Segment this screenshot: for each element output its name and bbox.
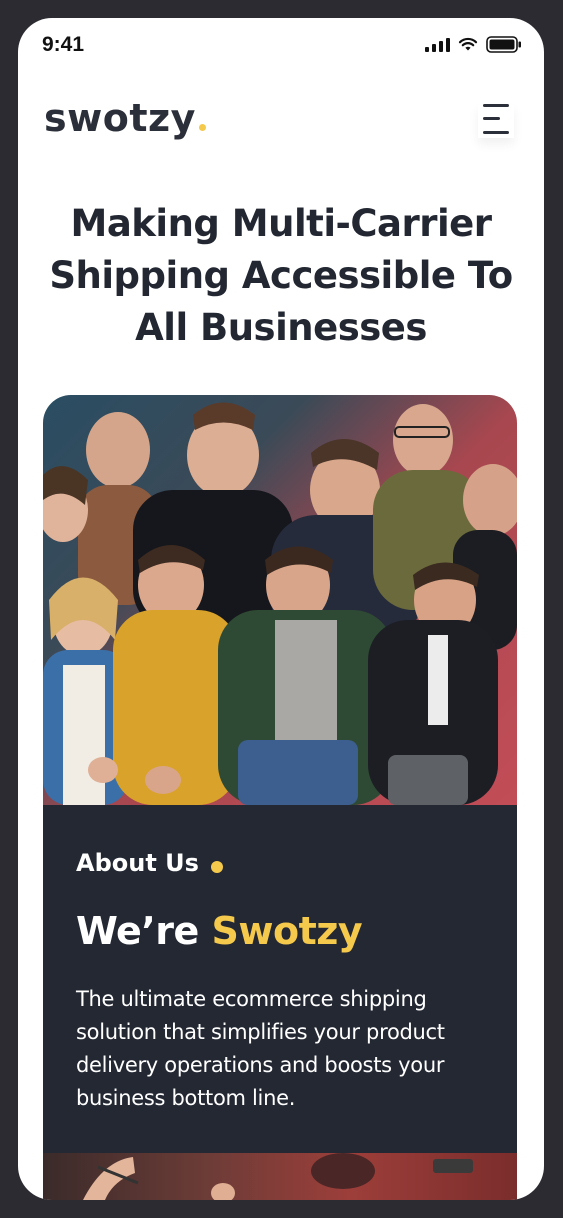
status-time: 9:41 (42, 33, 85, 56)
logo-text: swotzy (44, 96, 196, 140)
phone-screen: 9:41 swotzy Making Multi-Carrier Shippin… (18, 18, 544, 1200)
about-label: About Us (76, 849, 199, 877)
about-description: The ultimate ecommerce shipping solution… (76, 987, 445, 1110)
logo-dot (198, 124, 206, 131)
battery-icon (486, 36, 521, 53)
about-heading-prefix: We’re (76, 909, 212, 953)
signal-icon (425, 37, 450, 52)
swotzy-logo[interactable]: swotzy (44, 96, 206, 140)
team-photo (43, 395, 517, 805)
team-photo-illustration (43, 402, 517, 805)
about-heading-brand: Swotzy (211, 909, 363, 953)
hero-title: Making Multi-Carrier Shipping Accessible… (49, 202, 513, 349)
about-dot (211, 861, 223, 873)
wifi-icon (458, 37, 478, 51)
menu-button[interactable] (478, 104, 514, 138)
about-heading: We’re Swotzy (76, 909, 363, 953)
status-bar: 9:41 (18, 18, 544, 74)
hamburger-menu-icon (483, 104, 509, 107)
about-section: About Us We’re Swotzy The ultimate ecomm… (43, 805, 517, 1153)
status-icons (425, 36, 522, 53)
next-section-image (43, 1153, 517, 1200)
